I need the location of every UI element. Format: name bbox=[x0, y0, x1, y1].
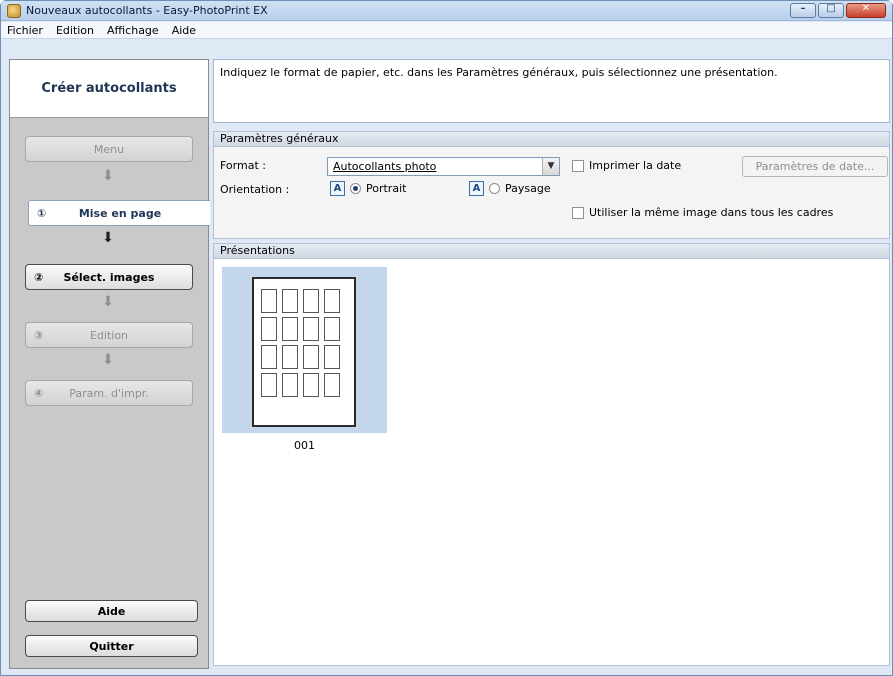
sidebar-header: Créer autocollants bbox=[10, 60, 208, 118]
format-select-value: Autocollants photo bbox=[333, 160, 437, 173]
menu-edit[interactable]: Edition bbox=[56, 24, 94, 37]
close-button[interactable]: ✕ bbox=[846, 3, 886, 18]
main-area: Indiquez le format de papier, etc. dans … bbox=[210, 59, 891, 669]
step-select-images[interactable]: ② Sélect. images bbox=[25, 264, 193, 290]
layout-label: 001 bbox=[294, 439, 315, 452]
step-edit-label: Edition bbox=[89, 328, 129, 342]
arrow-down-icon: ⬇ bbox=[102, 294, 114, 310]
format-label: Format : bbox=[220, 159, 266, 172]
app-window: Nouveaux autocollants - Easy-PhotoPrint … bbox=[0, 0, 893, 676]
maximize-button[interactable]: □ bbox=[818, 3, 844, 18]
same-image-label: Utiliser la même image dans tous les cad… bbox=[589, 206, 834, 219]
same-image-checkbox[interactable] bbox=[572, 207, 584, 219]
landscape-radio[interactable] bbox=[489, 183, 500, 194]
arrow-down-icon: ⬇ bbox=[102, 168, 114, 184]
step-menu-label: Menu bbox=[93, 142, 125, 156]
print-date-label: Imprimer la date bbox=[589, 159, 682, 172]
layouts-panel: 001 bbox=[213, 259, 890, 666]
landscape-label: Paysage bbox=[505, 182, 551, 195]
portrait-radio[interactable] bbox=[350, 183, 361, 194]
sidebar: Créer autocollants Menu ⬇ ① Mise en page… bbox=[9, 59, 211, 669]
arrow-down-icon: ⬇ bbox=[102, 352, 114, 368]
close-icon: ✕ bbox=[861, 3, 871, 14]
minimize-icon: – bbox=[800, 3, 806, 14]
format-select[interactable]: Autocollants photo ▼ bbox=[327, 157, 560, 176]
window-title: Nouveaux autocollants - Easy-PhotoPrint … bbox=[26, 4, 268, 17]
title-bar: Nouveaux autocollants - Easy-PhotoPrint … bbox=[1, 1, 892, 21]
step-layout-label: Mise en page bbox=[78, 206, 162, 220]
step-menu: Menu bbox=[25, 136, 193, 162]
quit-button[interactable]: Quitter bbox=[25, 635, 198, 657]
step-layout-number: ① bbox=[37, 206, 47, 220]
menu-file[interactable]: Fichier bbox=[7, 24, 43, 37]
app-icon bbox=[7, 4, 21, 18]
print-date-checkbox[interactable] bbox=[572, 160, 584, 172]
instruction-text: Indiquez le format de papier, etc. dans … bbox=[213, 59, 890, 123]
sticker-sheet-icon bbox=[252, 277, 356, 427]
step-edit-number: ③ bbox=[34, 328, 44, 342]
menu-help[interactable]: Aide bbox=[172, 24, 196, 37]
landscape-orientation-icon: A bbox=[469, 181, 484, 196]
step-edit: ③ Edition bbox=[25, 322, 193, 348]
date-settings-button[interactable]: Paramètres de date... bbox=[742, 156, 888, 177]
maximize-icon: □ bbox=[826, 3, 836, 14]
general-settings-title: Paramètres généraux bbox=[213, 131, 890, 147]
arrow-down-icon: ⬇ bbox=[102, 230, 114, 246]
step-select-images-number: ② bbox=[34, 270, 44, 284]
menu-bar: Fichier Edition Affichage Aide bbox=[1, 22, 892, 39]
layouts-title: Présentations bbox=[213, 243, 890, 259]
general-settings-panel: Format : Autocollants photo ▼ Imprimer l… bbox=[213, 147, 890, 239]
layout-thumbnail[interactable] bbox=[222, 267, 387, 433]
portrait-label: Portrait bbox=[366, 182, 407, 195]
orientation-label: Orientation : bbox=[220, 183, 290, 196]
step-layout[interactable]: ① Mise en page bbox=[28, 200, 211, 226]
step-select-images-label: Sélect. images bbox=[63, 270, 155, 284]
window-controls: – □ ✕ bbox=[790, 3, 886, 18]
step-print-settings: ④ Param. d'impr. bbox=[25, 380, 193, 406]
step-print-settings-label: Param. d'impr. bbox=[69, 386, 149, 400]
step-print-settings-number: ④ bbox=[34, 386, 44, 400]
portrait-orientation-icon: A bbox=[330, 181, 345, 196]
help-button[interactable]: Aide bbox=[25, 600, 198, 622]
menu-view[interactable]: Affichage bbox=[107, 24, 159, 37]
chevron-down-icon: ▼ bbox=[542, 158, 559, 175]
minimize-button[interactable]: – bbox=[790, 3, 816, 18]
